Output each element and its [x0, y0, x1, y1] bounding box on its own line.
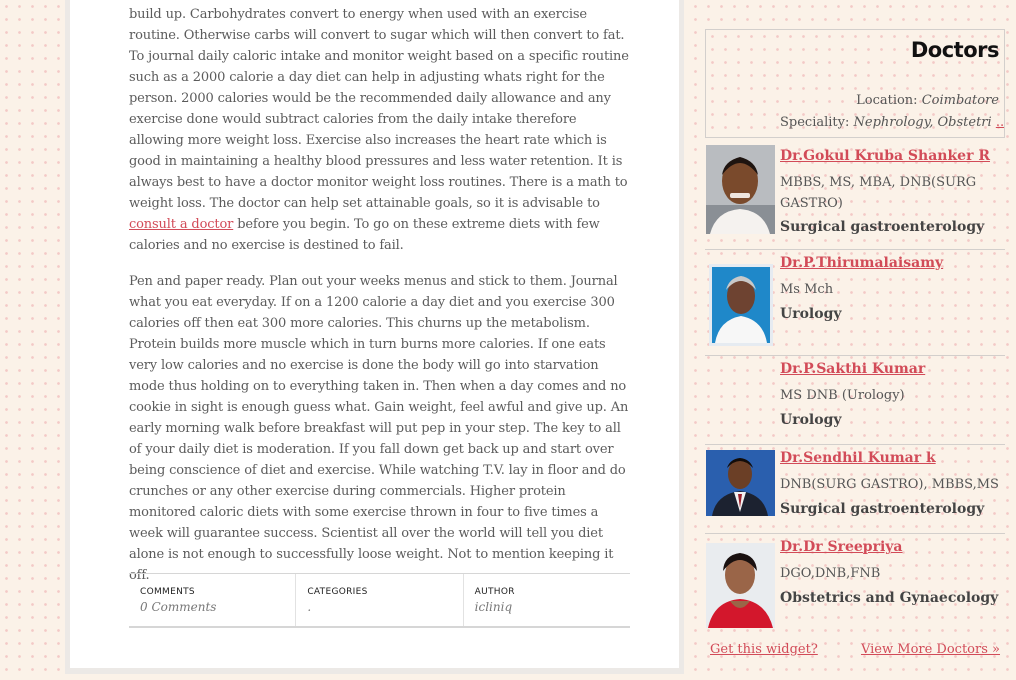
article-panel: build up. Carbohydrates convert to energ…	[65, 0, 684, 674]
location-label: Location:	[856, 93, 918, 108]
doctor-name-link[interactable]: Dr.Dr Sreepriya	[780, 539, 903, 555]
meta-categories-label: CATEGORIES	[307, 587, 368, 597]
widget-header: Doctors Location: Coimbatore Speciality:…	[705, 29, 1005, 138]
article-paragraph: build up. Carbohydrates convert to energ…	[129, 4, 631, 256]
doctor-degree: Ms Mch	[780, 282, 834, 297]
doctor-photo[interactable]	[706, 145, 775, 234]
doctor-degree: MBBS, MS, MBA, DNB(SURG GASTRO)	[780, 175, 977, 211]
doctor-specialty: Surgical gastroenterology	[780, 501, 985, 517]
doctor-card: Dr.P.Thirumalaisamy Ms Mch Urology	[705, 250, 1005, 356]
doctor-photo[interactable]	[709, 264, 773, 346]
paragraph-text: build up. Carbohydrates convert to energ…	[129, 7, 629, 211]
doctor-name-link[interactable]: Dr.P.Sakthi Kumar	[780, 361, 925, 377]
article-body: build up. Carbohydrates convert to energ…	[129, 4, 631, 601]
location-value: Coimbatore	[921, 93, 999, 108]
meta-author-label: AUTHOR	[474, 587, 515, 597]
widget-title: Doctors	[910, 38, 1000, 62]
post-meta: COMMENTS 0 Comments CATEGORIES . AUTHOR …	[129, 573, 630, 628]
speciality-line: Speciality: Nephrology, Obstetri ...	[780, 115, 1004, 130]
consult-doctor-link[interactable]: consult a doctor	[129, 217, 233, 232]
doctors-widget: Doctors Location: Coimbatore Speciality:…	[705, 29, 1005, 657]
doctor-specialty: Urology	[780, 306, 842, 322]
doctor-specialty: Urology	[780, 412, 842, 428]
meta-categories-value: .	[307, 600, 312, 614]
meta-comments-label: COMMENTS	[140, 587, 195, 597]
doctor-photo[interactable]	[706, 450, 775, 516]
doctor-name-link[interactable]: Dr.P.Thirumalaisamy	[780, 255, 943, 271]
doctor-card: Dr.Sendhil Kumar k DNB(SURG GASTRO), MBB…	[705, 445, 1005, 534]
speciality-more-link[interactable]: ...	[996, 115, 1004, 130]
doctor-degree: DNB(SURG GASTRO), MBBS,MS	[780, 477, 999, 492]
speciality-value: Nephrology, Obstetri	[853, 115, 992, 130]
location-line: Location: Coimbatore	[856, 93, 999, 108]
meta-comments: COMMENTS 0 Comments	[129, 574, 295, 626]
meta-author-value[interactable]: icliniq	[475, 598, 630, 616]
doctor-card: Dr.Dr Sreepriya DGO,DNB,FNB Obstetrics a…	[705, 534, 1005, 631]
get-widget-link[interactable]: Get this widget?	[710, 642, 818, 657]
doctor-name-link[interactable]: Dr.Sendhil Kumar k	[780, 450, 936, 466]
doctor-degree: DGO,DNB,FNB	[780, 566, 881, 581]
doctor-name-link[interactable]: Dr.Gokul Kruba Shanker R	[780, 148, 990, 164]
doctor-card: Dr.P.Sakthi Kumar MS DNB (Urology) Urolo…	[705, 356, 1005, 445]
doctor-photo[interactable]	[706, 543, 775, 628]
meta-comments-value[interactable]: 0 Comments	[140, 598, 295, 616]
speciality-label: Speciality:	[780, 115, 850, 130]
doctor-degree: MS DNB (Urology)	[780, 388, 905, 403]
meta-author: AUTHOR icliniq	[462, 574, 630, 626]
doctor-specialty: Surgical gastroenterology	[780, 219, 985, 235]
article-card: build up. Carbohydrates convert to energ…	[70, 0, 679, 668]
view-more-doctors-link[interactable]: View More Doctors »	[861, 642, 1000, 657]
doctor-specialty: Obstetrics and Gynaecology	[780, 590, 999, 606]
meta-categories: CATEGORIES .	[295, 574, 462, 626]
doctor-card: Dr.Gokul Kruba Shanker R MBBS, MS, MBA, …	[705, 143, 1005, 250]
article-paragraph: Pen and paper ready. Plan out your weeks…	[129, 274, 629, 583]
